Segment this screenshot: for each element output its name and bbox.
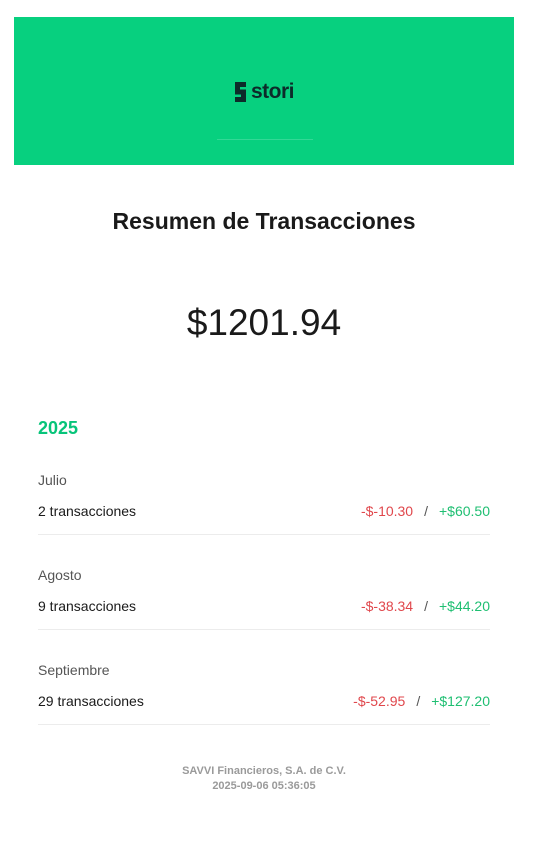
debit-amount: -$-10.30: [360, 503, 414, 519]
debit-amount: -$-38.34: [360, 598, 414, 614]
debit-amount: -$-52.95: [353, 693, 406, 709]
amount-separator: /: [416, 693, 421, 709]
logo-wordmark: stori: [251, 79, 295, 103]
month-amounts: -$-38.34 / +$44.20: [361, 598, 490, 614]
year-heading: 2025: [38, 418, 79, 438]
row-divider: [38, 629, 490, 630]
row-divider: [38, 534, 490, 535]
month-name: Julio: [38, 472, 67, 488]
row-divider: [38, 724, 490, 725]
credit-amount: +$127.20: [431, 693, 490, 709]
transaction-count: 2 transacciones: [38, 503, 137, 519]
month-row-agosto: Agosto 9 transacciones -$-38.34 / +$44.2…: [38, 567, 490, 630]
month-amounts: -$-10.30 / +$60.50: [361, 503, 490, 519]
month-row-julio: Julio 2 transacciones -$-10.30 / +$60.50: [38, 472, 490, 535]
footer: SAVVI Financieros, S.A. de C.V. 2025-09-…: [0, 764, 528, 794]
stori-logo: stori: [233, 79, 295, 104]
month-amounts: -$-52.95 / +$127.20: [353, 693, 490, 709]
logo-divider: [217, 139, 313, 140]
page-title: Resumen de Transacciones: [112, 208, 416, 234]
amount-separator: /: [424, 598, 428, 614]
transaction-count: 29 transacciones: [38, 693, 144, 709]
month-row-septiembre: Septiembre 29 transacciones -$-52.95 / +…: [38, 662, 490, 725]
stori-logo-icon: [235, 82, 246, 102]
transaction-count: 9 transacciones: [38, 598, 137, 614]
month-name: Agosto: [38, 567, 82, 583]
month-name: Septiembre: [38, 662, 110, 678]
footer-company: SAVVI Financieros, S.A. de C.V.: [182, 765, 346, 777]
footer-timestamp: 2025-09-06 05:36:05: [212, 780, 316, 792]
credit-amount: +$44.20: [439, 598, 490, 614]
credit-amount: +$60.50: [439, 503, 490, 519]
total-balance: $1201.94: [186, 302, 342, 343]
amount-separator: /: [424, 503, 428, 519]
